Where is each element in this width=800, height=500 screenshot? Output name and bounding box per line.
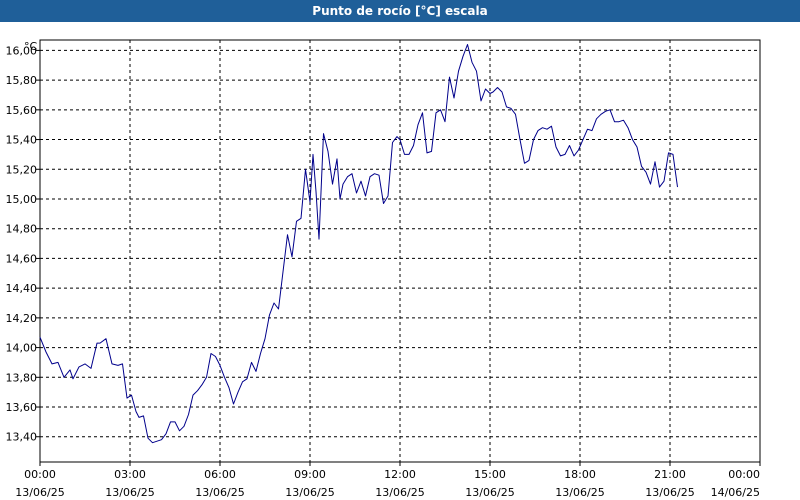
x-tick-date-label: 13/06/25	[375, 486, 424, 499]
x-tick-time-label: 03:00	[114, 468, 146, 481]
y-tick-label: 16,00	[6, 44, 38, 57]
y-axis-ticks: 13,40 13,60 13,80 14,00 14,20 14,40 14,60 14,80…	[6, 44, 40, 444]
x-tick-date-label: 13/06/25	[555, 486, 604, 499]
x-tick-time-label: 15:00	[474, 468, 506, 481]
x-tick-time-label: 09:00	[294, 468, 326, 481]
y-tick-label: 15,80	[6, 74, 38, 87]
y-tick-label: 14,00	[6, 342, 38, 355]
dew-point-chart: °C 13,4013,6013,8014,0014,2014,4014,6014…	[6, 39, 761, 499]
y-tick-label: 13,80	[6, 371, 38, 384]
x-tick-date-label: 13/06/25	[105, 486, 154, 499]
y-tick-label: 13,40	[6, 431, 38, 444]
x-tick-time-label: 00:00	[728, 468, 760, 481]
x-tick-date-label: 13/06/25	[645, 486, 694, 499]
x-tick-date-label: 13/06/25	[195, 486, 244, 499]
x-tick-date-label: 14/06/25	[711, 486, 760, 499]
x-tick-time-label: 18:00	[564, 468, 596, 481]
x-tick-date-label: 13/06/25	[285, 486, 334, 499]
y-tick-label: 14,20	[6, 312, 38, 325]
x-tick-time-label: 00:00	[24, 468, 56, 481]
grid-lines	[40, 40, 760, 462]
x-tick-date-label: 13/06/25	[465, 486, 514, 499]
series-line-dew-point	[39, 44, 678, 444]
x-tick-time-label: 21:00	[654, 468, 686, 481]
x-tick-time-label: 12:00	[384, 468, 416, 481]
y-tick-label: 14,60	[6, 252, 38, 265]
y-tick-label: 13,60	[6, 401, 38, 414]
chart-title: Punto de rocío [°C] escala	[0, 0, 800, 22]
y-tick-label: 14,80	[6, 223, 38, 236]
y-tick-label: 15,00	[6, 193, 38, 206]
y-tick-label: 15,60	[6, 104, 38, 117]
chart-area: °C 13,40 13,60 13,80 14,00 14,20 14,40 14,60 14…	[0, 22, 800, 500]
y-tick-label: 15,40	[6, 134, 38, 147]
x-tick-time-label: 06:00	[204, 468, 236, 481]
x-tick-date-label: 13/06/25	[15, 486, 64, 499]
y-tick-label: 14,40	[6, 282, 38, 295]
x-axis-ticks: 00:00 13/06/25 03:00 13/06/25 06:00 13/06/25 0…	[15, 462, 761, 499]
y-tick-label: 15,20	[6, 163, 38, 176]
series-group	[39, 44, 678, 444]
